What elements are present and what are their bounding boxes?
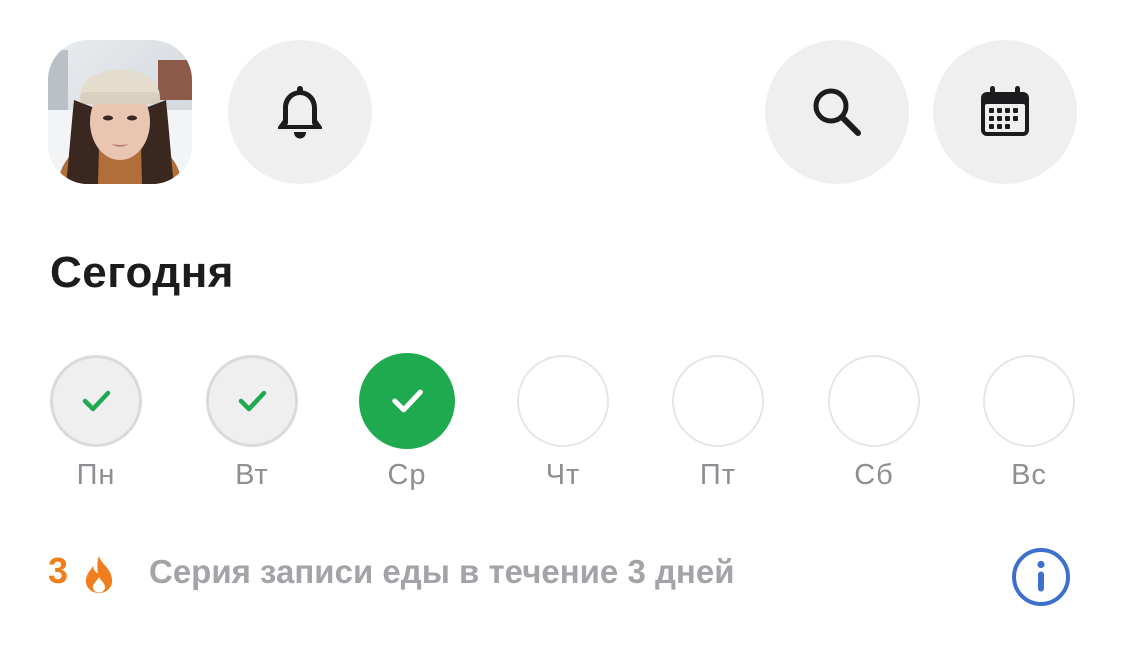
day-wednesday[interactable]: Ср bbox=[357, 353, 457, 495]
day-tuesday[interactable]: Вт bbox=[202, 355, 302, 495]
day-status-circle bbox=[983, 355, 1075, 447]
streak-count: 3 bbox=[48, 550, 69, 591]
day-label: Ср bbox=[387, 459, 427, 491]
day-saturday[interactable]: Сб bbox=[824, 355, 924, 495]
day-status-circle bbox=[828, 355, 920, 447]
day-label: Сб bbox=[854, 459, 894, 491]
day-label: Чт bbox=[545, 459, 581, 491]
day-monday[interactable]: Пн bbox=[46, 355, 146, 495]
day-status-circle bbox=[517, 355, 609, 447]
day-label: Пн bbox=[76, 459, 116, 491]
calendar-icon bbox=[981, 86, 1029, 136]
calendar-button[interactable] bbox=[933, 40, 1077, 184]
avatar-photo bbox=[48, 40, 192, 184]
day-label: Вт bbox=[235, 459, 269, 491]
user-avatar[interactable] bbox=[48, 40, 192, 184]
search-icon bbox=[813, 88, 861, 136]
flame-icon bbox=[85, 556, 113, 593]
day-friday[interactable]: Пт bbox=[668, 355, 768, 495]
day-label: Вс bbox=[1011, 459, 1047, 491]
info-icon[interactable] bbox=[1010, 546, 1072, 608]
check-icon bbox=[238, 390, 267, 412]
streak-description: Серия записи еды в течение 3 дней bbox=[149, 553, 735, 590]
page-title: Сегодня bbox=[50, 248, 234, 297]
day-thursday[interactable]: Чт bbox=[513, 355, 613, 495]
bell-icon bbox=[278, 86, 322, 139]
check-icon bbox=[392, 389, 423, 413]
week-tracker: Пн Вт Ср Чт Пт Сб Вс bbox=[0, 353, 1125, 505]
streak-row: 3 Серия записи еды в течение 3 дней bbox=[48, 546, 1078, 606]
check-icon bbox=[82, 390, 111, 412]
day-status-circle bbox=[672, 355, 764, 447]
day-status-circle bbox=[50, 355, 142, 447]
day-status-circle bbox=[359, 353, 455, 449]
notifications-button[interactable] bbox=[228, 40, 372, 184]
top-bar bbox=[0, 0, 1125, 200]
day-status-circle bbox=[206, 355, 298, 447]
day-label: Пт bbox=[699, 459, 737, 491]
day-sunday[interactable]: Вс bbox=[979, 355, 1079, 495]
search-button[interactable] bbox=[765, 40, 909, 184]
